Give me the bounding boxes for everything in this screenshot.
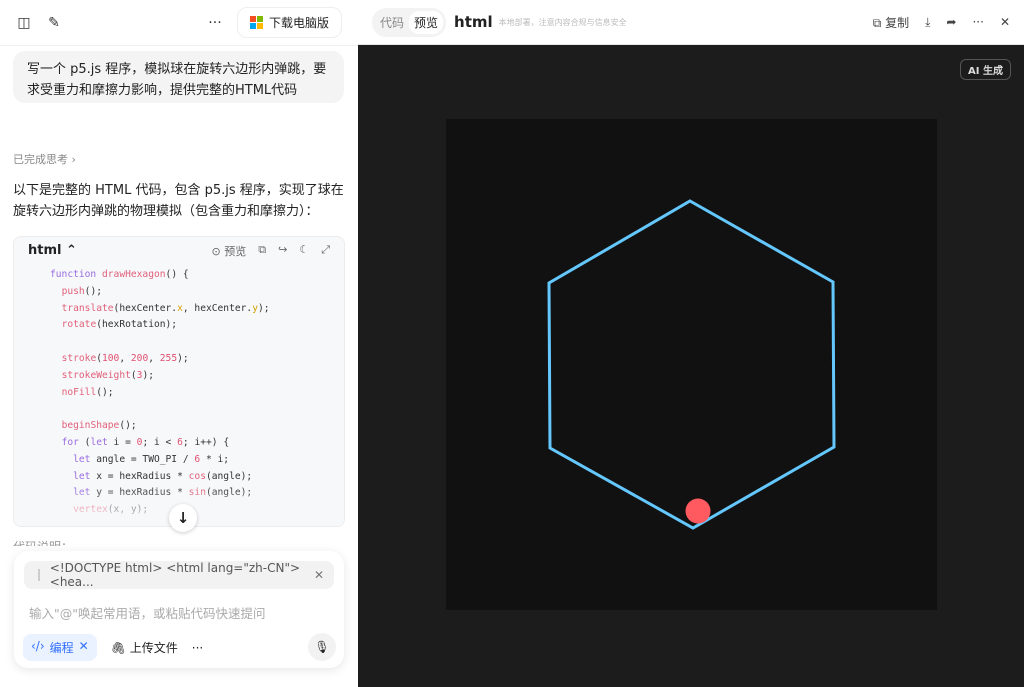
- code-content: function drawHexagon() { push(); transla…: [50, 269, 270, 515]
- more-icon[interactable]: ···: [972, 15, 983, 29]
- more-icon[interactable]: ···: [207, 15, 223, 31]
- copy-button[interactable]: ⧉ 复制: [873, 14, 909, 31]
- ai-generated-badge: AI 生成: [960, 59, 1011, 80]
- attachment-text: <!DOCTYPE html> <html lang="zh-CN"> <hea…: [49, 561, 301, 589]
- answer-text: 以下是完整的 HTML 代码，包含 p5.js 程序，实现了球在旋转六边形内弹跳…: [13, 183, 344, 219]
- microphone-button[interactable]: 🎙: [308, 633, 336, 661]
- more-tools-icon[interactable]: ···: [192, 641, 203, 655]
- upload-label: 上传文件: [129, 641, 178, 655]
- scroll-down-button[interactable]: ↓: [169, 504, 197, 532]
- upload-file-button[interactable]: 🖇 上传文件: [111, 639, 178, 656]
- bouncing-ball: [685, 498, 711, 524]
- copy-label: 复制: [885, 15, 910, 30]
- play-icon: ⊙: [211, 244, 221, 258]
- thinking-toggle[interactable]: 已完成思考 ›: [13, 151, 76, 167]
- coding-chip[interactable]: ‹/› 编程 ✕: [23, 634, 97, 661]
- view-toggle: 代码 预览: [372, 7, 447, 37]
- wrap-icon[interactable]: ↪: [278, 243, 287, 259]
- truncated-text: 代码说明：: [13, 538, 73, 546]
- windows-icon: [249, 16, 263, 29]
- message-input[interactable]: 输入"@"唤起常用语，或粘贴代码快速提问: [29, 603, 266, 622]
- share-icon[interactable]: ➦: [946, 15, 956, 29]
- code-block: html ⌃ ⊙ 预览 ⧉ ↪ ☾ ⤢ function drawHexagon…: [13, 236, 345, 527]
- code-attachment: <!DOCTYPE html> <html lang="zh-CN"> <hea…: [24, 561, 334, 589]
- paperclip-icon: 🖇: [110, 641, 126, 655]
- sidebar-toggle-icon[interactable]: ◫: [16, 15, 32, 31]
- microphone-icon: 🎙: [314, 640, 330, 654]
- download-icon[interactable]: ⤓: [925, 15, 930, 30]
- remove-attachment-icon[interactable]: ✕: [314, 568, 324, 582]
- preview-button[interactable]: ⊙ 预览: [212, 243, 247, 259]
- copy-icon: ⧉: [872, 15, 882, 30]
- preview-subtitle: 本地部署，注意内容合规与信息安全: [498, 17, 627, 27]
- preview-title: html: [454, 13, 493, 31]
- input-box: <!DOCTYPE html> <html lang="zh-CN"> <hea…: [14, 551, 344, 668]
- rotating-hexagon: [547, 199, 836, 530]
- preview-header: 代码 预览 html 本地部署，注意内容合规与信息安全 ⧉ 复制 ⤓ ➦ ···…: [358, 0, 1024, 45]
- chat-topbar: ◫ ✎ ··· 下载电脑版: [0, 0, 358, 46]
- download-label: 下载电脑版: [268, 16, 329, 30]
- expand-icon[interactable]: ⤢: [321, 243, 330, 259]
- tab-preview[interactable]: 预览: [409, 10, 444, 34]
- new-chat-icon[interactable]: ✎: [46, 15, 62, 31]
- code-lang-toggle[interactable]: html ⌃: [28, 243, 77, 258]
- tab-code[interactable]: 代码: [375, 11, 409, 34]
- close-icon[interactable]: ✕: [1000, 15, 1010, 29]
- preview-panel: 代码 预览 html 本地部署，注意内容合规与信息安全 ⧉ 复制 ⤓ ➦ ···…: [358, 0, 1024, 687]
- p5-canvas: [446, 119, 937, 610]
- preview-label: 预览: [224, 244, 247, 258]
- code-icon: ‹/›: [31, 639, 45, 653]
- theme-icon[interactable]: ☾: [299, 243, 309, 259]
- chip-label: 编程: [49, 641, 74, 655]
- user-message: 写一个 p5.js 程序，模拟球在旋转六边形内弹跳，要求受重力和摩擦力影响，提供…: [13, 51, 344, 103]
- remove-chip-icon[interactable]: ✕: [79, 639, 89, 656]
- copy-icon[interactable]: ⧉: [258, 243, 266, 259]
- arrow-down-icon: ↓: [176, 509, 190, 527]
- chat-panel: ◫ ✎ ··· 下载电脑版 写一个 p5.js 程序，模拟球在旋转六边形内弹跳，…: [0, 0, 358, 687]
- download-desktop-button[interactable]: 下载电脑版: [236, 7, 342, 38]
